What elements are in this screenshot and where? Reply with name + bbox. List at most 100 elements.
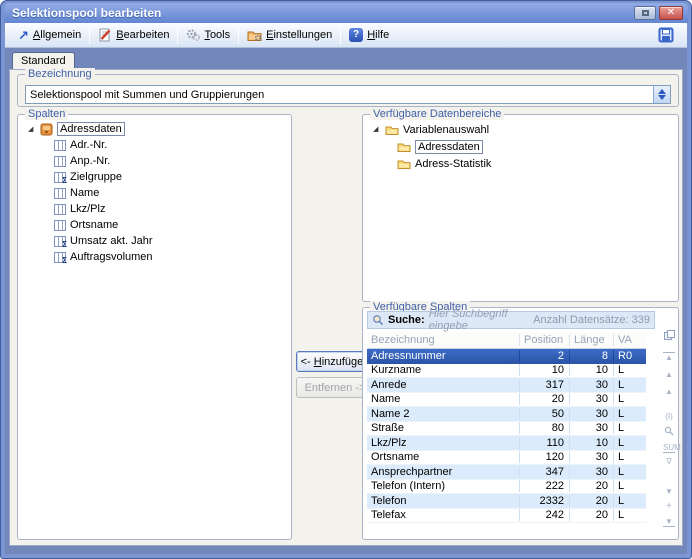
header-bezeichnung[interactable]: Bezeichnung bbox=[367, 334, 519, 346]
table-sum-icon: Σ bbox=[54, 251, 67, 264]
toolbar-label: Bearbeiten bbox=[116, 29, 170, 41]
tree-item-label: Zielgruppe bbox=[70, 171, 122, 183]
tree-node-label: Adressdaten bbox=[57, 122, 125, 136]
cell-name: Ortsname bbox=[371, 451, 420, 464]
cell-length: 20 bbox=[569, 494, 613, 507]
cell-position: 110 bbox=[519, 436, 569, 449]
cell-name: Name 2 bbox=[371, 407, 410, 420]
toolbar-item-tools[interactable]: Tools bbox=[179, 25, 237, 46]
bezeichnung-combobox[interactable]: Selektionspool mit Summen und Gruppierun… bbox=[25, 85, 671, 104]
page-down-icon[interactable]: ▼ bbox=[663, 487, 675, 496]
tree-item-adressdaten[interactable]: Adressdaten bbox=[365, 138, 676, 155]
add-row-icon[interactable]: + bbox=[663, 502, 675, 512]
tree-item[interactable]: Ortsname bbox=[20, 217, 289, 233]
table-sum-icon: Σ bbox=[54, 235, 67, 248]
combobox-dropdown-button[interactable] bbox=[653, 86, 670, 103]
table-row[interactable]: Name 2 50 30 L bbox=[367, 407, 646, 422]
tree-node-adressdaten[interactable]: ◢ Adressdaten bbox=[20, 121, 289, 137]
cell-va: L bbox=[613, 436, 646, 449]
cell-name: Adressnummer bbox=[371, 349, 446, 362]
sum-icon[interactable]: SUM bbox=[663, 443, 681, 453]
table-row[interactable]: Ansprechpartner 347 30 L bbox=[367, 465, 646, 480]
scroll-top-icon[interactable]: ▲ bbox=[663, 352, 675, 362]
toolbar-separator bbox=[89, 26, 91, 44]
cell-position: 20 bbox=[519, 393, 569, 406]
tree-item-label: Adress-Statistik bbox=[415, 157, 492, 170]
page-up-icon[interactable]: ▲ bbox=[663, 387, 675, 396]
maximize-button[interactable] bbox=[634, 6, 656, 20]
table-row[interactable]: Telefon (Intern) 222 20 L bbox=[367, 480, 646, 494]
move-up-icon[interactable]: ▲ bbox=[663, 370, 675, 379]
search-icon bbox=[372, 314, 384, 326]
toolbar-item-bearbeiten[interactable]: Bearbeiten bbox=[91, 25, 176, 46]
cell-position: 50 bbox=[519, 407, 569, 420]
table-row[interactable]: Name 20 30 L bbox=[367, 393, 646, 407]
table-row[interactable]: Ortsname 120 30 L bbox=[367, 451, 646, 465]
window-title: Selektionspool bearbeiten bbox=[12, 6, 162, 20]
brackets-icon[interactable]: (I) bbox=[663, 412, 675, 421]
table-row[interactable]: Kurzname 10 10 L bbox=[367, 364, 646, 378]
expander-icon[interactable]: ◢ bbox=[373, 126, 381, 133]
table-row[interactable]: Telefon 2332 20 L bbox=[367, 494, 646, 509]
grid-header[interactable]: Bezeichnung Position Länge VA bbox=[367, 332, 646, 349]
close-button[interactable]: ✕ bbox=[659, 6, 683, 20]
header-position[interactable]: Position bbox=[519, 334, 569, 346]
titlebar[interactable]: Selektionspool bearbeiten ✕ bbox=[4, 3, 688, 23]
tree-item[interactable]: Name bbox=[20, 185, 289, 201]
scroll-bottom-icon[interactable]: ▼ bbox=[663, 517, 675, 527]
group-label: Spalten bbox=[25, 108, 69, 120]
row-search-icon[interactable] bbox=[663, 426, 675, 438]
cell-va: L bbox=[613, 494, 646, 507]
tree-item[interactable]: Adr.-Nr. bbox=[20, 137, 289, 153]
toolbar-item-allgemein[interactable]: ↗ Allgemein bbox=[11, 25, 88, 46]
toolbar-label: Tools bbox=[204, 29, 231, 41]
toolbar-item-einstellungen[interactable]: Einstellungen bbox=[240, 25, 339, 46]
table-row[interactable]: Telefax 242 20 L bbox=[367, 509, 646, 523]
cell-length: 30 bbox=[569, 378, 613, 391]
filter-icon[interactable]: ∇ bbox=[663, 457, 675, 466]
tree-item-adress-statistik[interactable]: Adress-Statistik bbox=[365, 155, 676, 172]
toolbar-label: Hilfe bbox=[367, 29, 390, 41]
table-row[interactable]: Adressnummer 2 8 R0 bbox=[367, 349, 646, 364]
tree-item[interactable]: Σ Zielgruppe bbox=[20, 169, 289, 185]
save-icon bbox=[658, 27, 674, 43]
table-row[interactable]: Straße 80 30 L bbox=[367, 422, 646, 436]
column-chooser-icon[interactable] bbox=[663, 330, 675, 342]
maximize-icon bbox=[642, 10, 649, 16]
tree-node-variablenauswahl[interactable]: ◢ Variablenauswahl bbox=[365, 121, 676, 138]
search-placeholder: Hier Suchbegriff eingebe bbox=[428, 308, 508, 332]
table-row[interactable]: Lkz/Plz 110 10 L bbox=[367, 436, 646, 451]
search-label: Suche: bbox=[388, 314, 425, 326]
cell-position: 347 bbox=[519, 465, 569, 478]
tree-item[interactable]: Σ Umsatz akt. Jahr bbox=[20, 233, 289, 249]
cell-va: L bbox=[613, 407, 646, 420]
toolbar-separator bbox=[177, 26, 179, 44]
sigma-glyph: Σ bbox=[62, 175, 67, 185]
spin-down-icon bbox=[658, 95, 666, 100]
search-bar[interactable]: Suche: Hier Suchbegriff eingebe Anzahl D… bbox=[367, 308, 655, 332]
tree-item[interactable]: Lkz/Plz bbox=[20, 201, 289, 217]
toolbar-item-hilfe[interactable]: ? Hilfe bbox=[342, 25, 396, 46]
cell-length: 30 bbox=[569, 393, 613, 406]
expander-icon[interactable]: ◢ bbox=[28, 126, 36, 133]
tree-item-label: Adr.-Nr. bbox=[70, 139, 108, 151]
tree-item[interactable]: Anp.-Nr. bbox=[20, 153, 289, 169]
header-laenge[interactable]: Länge bbox=[569, 334, 613, 346]
header-va[interactable]: VA bbox=[613, 334, 646, 346]
tree-item[interactable]: Σ Auftragsvolumen bbox=[20, 249, 289, 265]
toolbar-label: Allgemein bbox=[32, 29, 82, 41]
add-button-prefix: <- bbox=[300, 355, 314, 368]
cell-name: Telefax bbox=[371, 509, 406, 522]
tree-item-label: Anp.-Nr. bbox=[70, 155, 111, 167]
table-columns-icon bbox=[54, 219, 66, 231]
cell-va: L bbox=[613, 480, 646, 493]
grid-side-toolbar: ▲ ▲ ▲ (I) SUM ∇ ▼ + ▼ bbox=[661, 330, 681, 537]
settings-folder-icon bbox=[247, 29, 262, 42]
cell-length: 20 bbox=[569, 480, 613, 493]
cell-length: 20 bbox=[569, 509, 613, 522]
save-button[interactable] bbox=[651, 25, 681, 46]
toolbar: ↗ Allgemein Bearbeiten Tools Einstellung… bbox=[5, 23, 687, 48]
spin-up-icon bbox=[658, 89, 666, 94]
cell-va: L bbox=[613, 465, 646, 478]
table-row[interactable]: Anrede 317 30 L bbox=[367, 378, 646, 393]
